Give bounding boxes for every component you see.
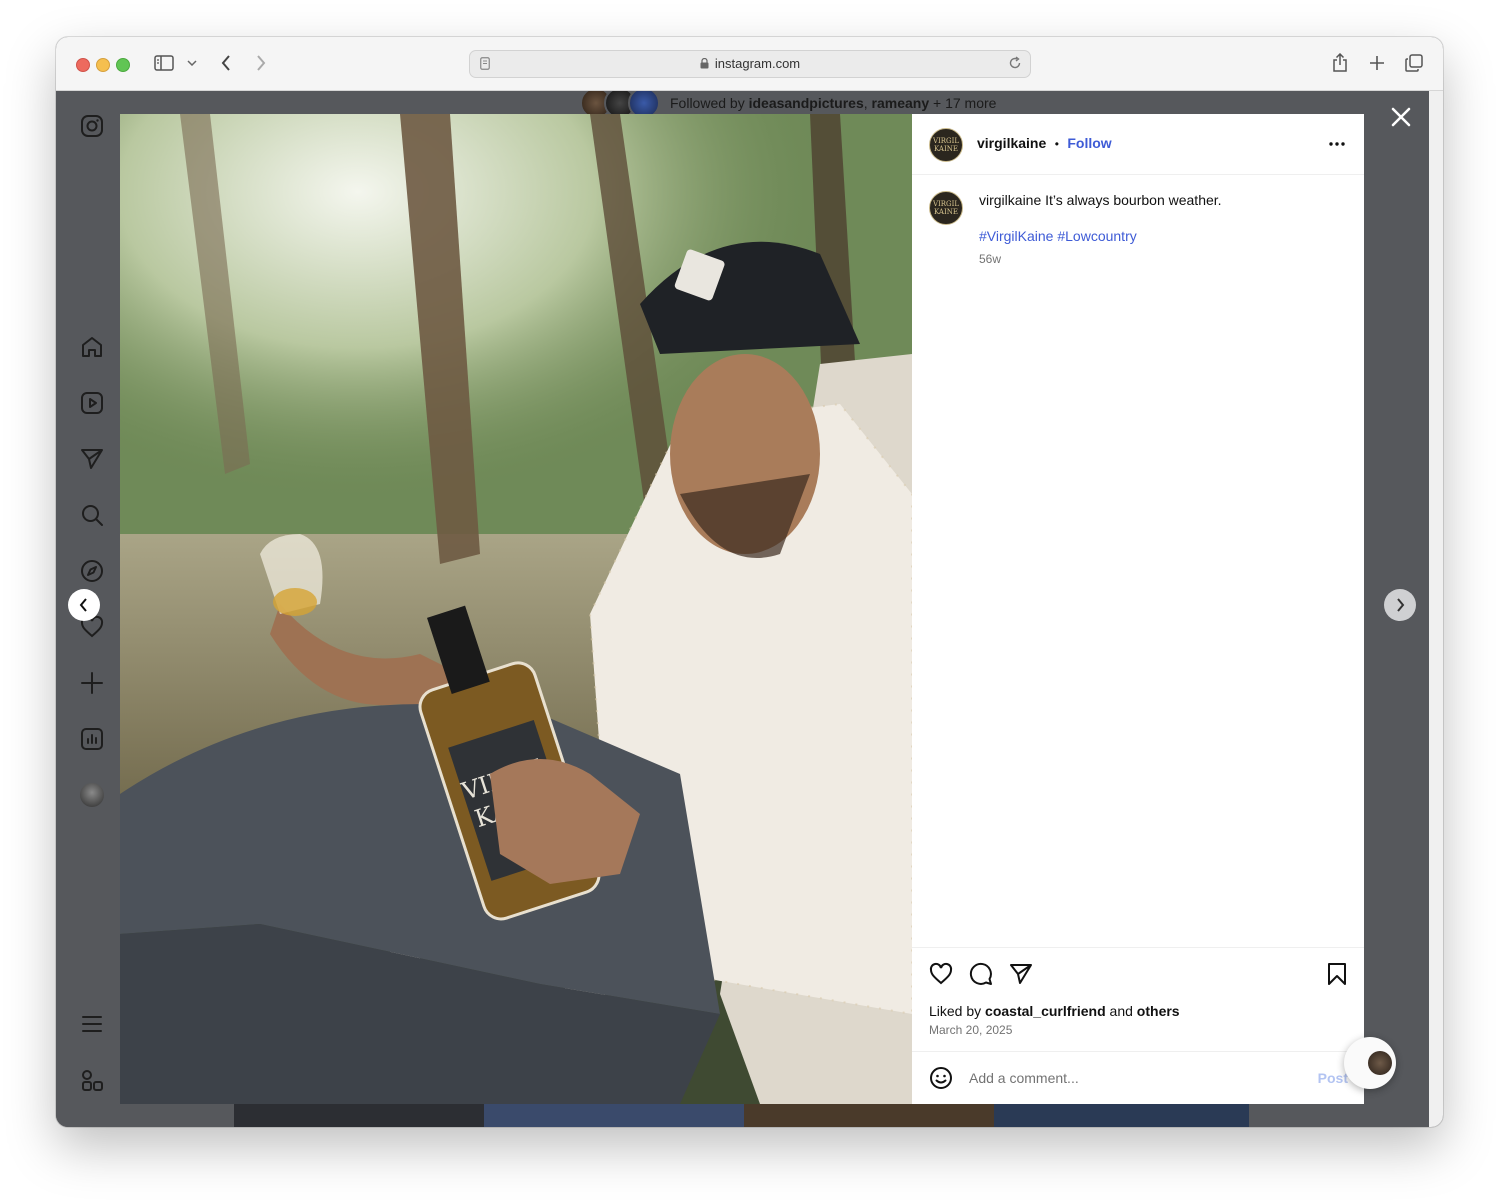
sidebar-toggle-icon[interactable] xyxy=(152,51,176,75)
minimize-window-button[interactable] xyxy=(96,58,110,72)
back-icon[interactable] xyxy=(216,51,236,75)
meta-icon[interactable] xyxy=(78,1066,106,1094)
next-post-button[interactable] xyxy=(1384,589,1416,621)
followed-suffix: + 17 more xyxy=(933,95,997,111)
followed-by-bar[interactable]: Followed by ideasandpictures, rameany + … xyxy=(580,91,997,119)
browser-toolbar: instagram.com xyxy=(56,37,1443,91)
post-caption: virgilkaine It’s always bourbon weather. xyxy=(979,192,1222,208)
liked-user[interactable]: coastal_curlfriend xyxy=(985,1003,1106,1019)
post-photo[interactable]: VIRGIL KAINE xyxy=(120,114,912,1104)
post-author-row: virgilkaine • Follow xyxy=(977,135,1112,153)
followed-user-2[interactable]: rameany xyxy=(872,95,930,111)
explore-icon[interactable] xyxy=(78,557,106,585)
reels-icon[interactable] xyxy=(78,389,106,417)
more-options-icon[interactable] xyxy=(1328,136,1346,157)
chevron-left-icon xyxy=(79,598,87,612)
messages-avatar xyxy=(1368,1051,1392,1075)
liked-and: and xyxy=(1109,1003,1133,1019)
author-avatar[interactable]: VIRGIL KAINE xyxy=(929,128,963,162)
search-icon[interactable] xyxy=(78,501,106,529)
comment-icon[interactable] xyxy=(969,962,993,991)
menu-icon[interactable] xyxy=(78,1010,106,1038)
avatar-logo: VIRGIL xyxy=(932,137,959,145)
liked-prefix: Liked by xyxy=(929,1003,982,1019)
post-header: VIRGIL KAINE virgilkaine • Follow xyxy=(912,114,1364,175)
scrollbar[interactable] xyxy=(1429,91,1443,1127)
page-content: Followed by ideasandpictures, rameany + … xyxy=(56,91,1429,1127)
create-icon[interactable] xyxy=(78,669,106,697)
avatar-logo: KAINE xyxy=(934,145,958,153)
home-icon[interactable] xyxy=(78,333,106,361)
avatar-logo: KAINE xyxy=(934,208,958,216)
comment-input[interactable]: Add a comment... xyxy=(969,1070,1079,1086)
close-window-button[interactable] xyxy=(76,58,90,72)
emoji-icon[interactable] xyxy=(929,1066,953,1095)
send-icon[interactable] xyxy=(78,445,106,473)
post-date: March 20, 2025 xyxy=(929,1023,1013,1037)
tab-overview-icon[interactable] xyxy=(1403,51,1425,75)
post-panel: VIRGIL KAINE virgilkaine • Follow VIRGIL K… xyxy=(912,114,1364,1104)
zoom-window-button[interactable] xyxy=(116,58,130,72)
profile-grid-strip xyxy=(234,1104,1249,1127)
share-post-icon[interactable] xyxy=(1009,962,1033,991)
chevron-right-icon xyxy=(1397,598,1405,612)
forward-icon[interactable] xyxy=(251,51,271,75)
caption-author[interactable]: virgilkaine xyxy=(979,192,1041,208)
url-text: instagram.com xyxy=(714,56,801,71)
previous-post-button[interactable] xyxy=(68,589,100,621)
instagram-icon[interactable] xyxy=(78,112,106,140)
followed-sep: , xyxy=(863,95,868,111)
share-icon[interactable] xyxy=(1330,51,1350,75)
caption-text: It’s always bourbon weather. xyxy=(1045,192,1222,208)
post-age: 56w xyxy=(979,252,1002,266)
post-author-name[interactable]: virgilkaine xyxy=(977,135,1046,151)
profile-avatar[interactable] xyxy=(78,781,106,809)
followed-user-1[interactable]: ideasandpictures xyxy=(749,95,864,111)
likes-summary: Liked by coastal_curlfriend and others xyxy=(929,1003,1180,1019)
chevron-down-icon[interactable] xyxy=(184,51,200,75)
address-bar[interactable]: instagram.com xyxy=(469,50,1031,78)
comment-box: Add a comment... Post xyxy=(912,1051,1364,1105)
follow-button[interactable]: Follow xyxy=(1067,135,1111,151)
avatar-logo: VIRGIL xyxy=(932,200,959,208)
new-tab-icon[interactable] xyxy=(1367,51,1387,75)
insights-icon[interactable] xyxy=(78,725,106,753)
post-actions: Liked by coastal_curlfriend and others M… xyxy=(912,947,1364,1052)
caption-avatar[interactable]: VIRGIL KAINE xyxy=(929,191,963,225)
post-comment-button[interactable]: Post xyxy=(1318,1070,1348,1086)
followed-prefix: Followed by xyxy=(670,95,745,111)
lock-icon xyxy=(700,58,709,69)
close-icon[interactable] xyxy=(1387,103,1415,131)
reload-icon[interactable] xyxy=(1008,56,1022,70)
post-hashtags[interactable]: #VirgilKaine #Lowcountry xyxy=(979,228,1137,244)
dot-separator: • xyxy=(1054,137,1059,151)
save-bookmark-icon[interactable] xyxy=(1326,962,1348,991)
messages-floating-button[interactable] xyxy=(1344,1037,1396,1089)
browser-window: instagram.com Followed by ideasandpictur… xyxy=(56,37,1443,1127)
like-icon[interactable] xyxy=(929,962,953,991)
liked-others[interactable]: others xyxy=(1137,1003,1180,1019)
